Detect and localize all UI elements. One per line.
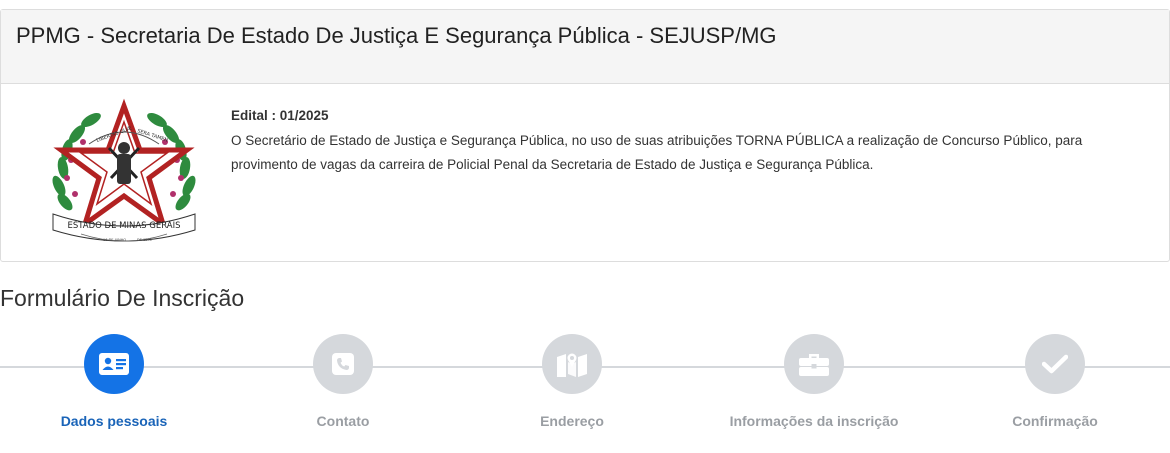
step-informacoes-circle[interactable] (784, 334, 844, 394)
id-card-icon (99, 353, 129, 375)
step-dados-pessoais-circle[interactable] (84, 334, 144, 394)
edital-description: Edital : 01/2025 O Secretário de Estado … (231, 104, 1131, 178)
crest-banner-text: ESTADO DE MINAS GERAIS (67, 221, 180, 231)
crest-ribbon-date-right: DE 1891 (137, 238, 152, 242)
edital-body: O Secretário de Estado de Justiça e Segu… (231, 132, 1083, 173)
edital-number: Edital : 01/2025 (231, 108, 329, 123)
step-label: Confirmação (1012, 413, 1098, 429)
step-label: Endereço (540, 413, 604, 429)
form-title: Formulário De Inscrição (0, 285, 245, 311)
crest-ribbon-date-left: 16 DE JUNHO (103, 238, 126, 242)
step-confirmacao-circle[interactable] (1025, 334, 1085, 394)
step-label: Informações da inscrição (729, 413, 899, 429)
step-endereco[interactable]: Endereço (452, 334, 692, 429)
edital-panel: PPMG - Secretaria De Estado De Justiça E… (0, 9, 1170, 262)
minas-gerais-coat-of-arms-logo: LIBERTAS QUÆ SERA TAMEN ESTADO DE MINAS … (52, 98, 196, 242)
map-icon (557, 352, 587, 377)
panel-heading: PPMG - Secretaria De Estado De Justiça E… (1, 10, 1169, 84)
step-contato[interactable]: Contato (223, 334, 463, 429)
registration-stepper: Dados pessoais Contato Endereço Informaç… (0, 334, 1170, 444)
step-contato-circle[interactable] (313, 334, 373, 394)
step-label: Dados pessoais (60, 413, 168, 429)
step-confirmacao[interactable]: Confirmação (935, 334, 1170, 429)
step-endereco-circle[interactable] (542, 334, 602, 394)
step-informacoes-inscricao[interactable]: Informações da inscrição (694, 334, 934, 429)
step-dados-pessoais[interactable]: Dados pessoais (0, 334, 234, 429)
panel-body: LIBERTAS QUÆ SERA TAMEN ESTADO DE MINAS … (1, 84, 1169, 262)
briefcase-icon (799, 354, 829, 376)
step-label: Contato (316, 413, 370, 429)
phone-icon (332, 353, 354, 375)
check-icon (1042, 354, 1068, 374)
page-title: PPMG - Secretaria De Estado De Justiça E… (16, 23, 777, 48)
